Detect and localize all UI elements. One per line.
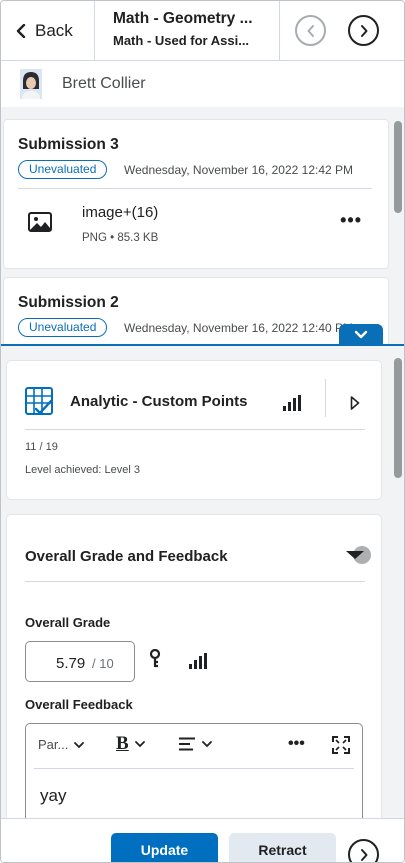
key-icon[interactable] xyxy=(149,649,161,669)
assignment-subtitle: Math - Used for Assi... xyxy=(113,33,250,48)
next-button[interactable] xyxy=(348,839,379,862)
student-name: Brett Collier xyxy=(62,75,146,92)
file-size: 85.3 KB xyxy=(117,232,159,244)
fullscreen-icon[interactable] xyxy=(332,736,350,754)
evaluation-scrollbar[interactable] xyxy=(394,358,402,478)
chevron-right-icon xyxy=(360,848,367,861)
avatar-image xyxy=(20,69,42,99)
chevron-down-icon xyxy=(354,330,368,339)
assignment-title: Math - Geometry ... xyxy=(113,10,253,27)
feedback-text[interactable]: yay xyxy=(40,786,66,806)
back-label: Back xyxy=(35,21,73,40)
divider xyxy=(18,188,372,189)
feedback-label: Overall Feedback xyxy=(25,697,133,712)
previous-student-button[interactable] xyxy=(295,15,326,46)
divider xyxy=(325,379,326,417)
rubric-level: Level achieved: Level 3 xyxy=(25,464,140,476)
overall-grade-card: Overall Grade and Feedback Overall Grade… xyxy=(6,514,382,818)
status-badge: Unevaluated xyxy=(18,318,108,337)
bold-button[interactable]: B xyxy=(116,733,146,755)
more-options-icon[interactable]: ••• xyxy=(340,210,362,231)
next-student-button[interactable] xyxy=(348,15,379,46)
file-link[interactable]: image+(16) xyxy=(82,204,158,221)
divider xyxy=(25,581,365,582)
status-badge: Unevaluated xyxy=(18,160,108,179)
chevron-down-icon xyxy=(202,741,212,748)
rubric-grid-icon xyxy=(25,387,53,415)
submissions-panel: Submission 3 Unevaluated Wednesday, Nove… xyxy=(1,107,404,345)
signal-bars-icon[interactable] xyxy=(189,653,207,669)
file-type: PNG xyxy=(82,232,107,244)
evaluation-panel: Analytic - Custom Points 11 / 19 Level a… xyxy=(1,346,404,818)
update-button[interactable]: Update xyxy=(111,833,218,862)
align-button[interactable] xyxy=(178,737,213,751)
paragraph-format-dropdown[interactable]: Par... xyxy=(38,737,85,752)
submission-card: Submission 3 Unevaluated Wednesday, Nove… xyxy=(3,119,389,269)
rubric-score: 11 / 19 xyxy=(25,441,58,453)
retract-button[interactable]: Retract xyxy=(229,833,336,862)
action-footer: Update Retract xyxy=(1,818,404,862)
grading-window: Back Math - Geometry ... Math - Used for… xyxy=(0,0,405,863)
grade-max: / 10 xyxy=(92,656,114,671)
align-left-icon xyxy=(179,737,195,751)
back-button[interactable]: Back xyxy=(15,19,73,43)
grade-input[interactable]: 5.79 / 10 xyxy=(25,641,135,682)
chevron-left-icon xyxy=(16,24,26,38)
section-title: Overall Grade and Feedback xyxy=(25,548,228,565)
submissions-scrollbar[interactable] xyxy=(394,121,402,213)
rubric-card: Analytic - Custom Points 11 / 19 Level a… xyxy=(6,360,382,500)
expand-panel-button[interactable] xyxy=(339,324,383,345)
submission-date: Wednesday, November 16, 2022 12:40 PM xyxy=(124,321,354,335)
nav-divider xyxy=(279,1,280,61)
divider xyxy=(34,768,354,769)
image-file-icon xyxy=(28,212,52,232)
submission-card: Submission 2 Unevaluated Wednesday, Nove… xyxy=(3,277,389,345)
submission-date: Wednesday, November 16, 2022 12:42 PM xyxy=(124,163,354,177)
chevron-left-icon xyxy=(307,24,314,37)
top-navigation: Back Math - Geometry ... Math - Used for… xyxy=(1,1,404,61)
collapse-toggle-icon[interactable] xyxy=(343,543,371,567)
nav-divider xyxy=(94,1,95,61)
paragraph-format-label: Par... xyxy=(38,737,69,752)
signal-bars-icon xyxy=(283,395,301,411)
divider xyxy=(25,429,365,430)
submission-title: Submission 2 xyxy=(18,294,119,311)
file-meta: PNG • 85.3 KB xyxy=(82,232,158,244)
student-row: Brett Collier xyxy=(1,61,404,107)
bold-icon: B xyxy=(116,733,129,754)
submission-title: Submission 3 xyxy=(18,136,119,153)
play-icon[interactable] xyxy=(350,396,360,410)
grade-label: Overall Grade xyxy=(25,615,111,630)
grade-value: 5.79 xyxy=(56,655,86,672)
avatar xyxy=(20,69,42,99)
more-actions-icon[interactable]: ••• xyxy=(288,735,305,753)
breadcrumb: Math - Geometry ... Math - Used for Assi… xyxy=(113,10,263,48)
chevron-down-icon xyxy=(134,741,145,748)
rubric-title[interactable]: Analytic - Custom Points xyxy=(70,393,248,410)
feedback-editor[interactable]: Par... B ••• yay xyxy=(25,723,363,818)
chevron-right-icon xyxy=(360,24,367,37)
chevron-down-icon xyxy=(74,741,85,748)
